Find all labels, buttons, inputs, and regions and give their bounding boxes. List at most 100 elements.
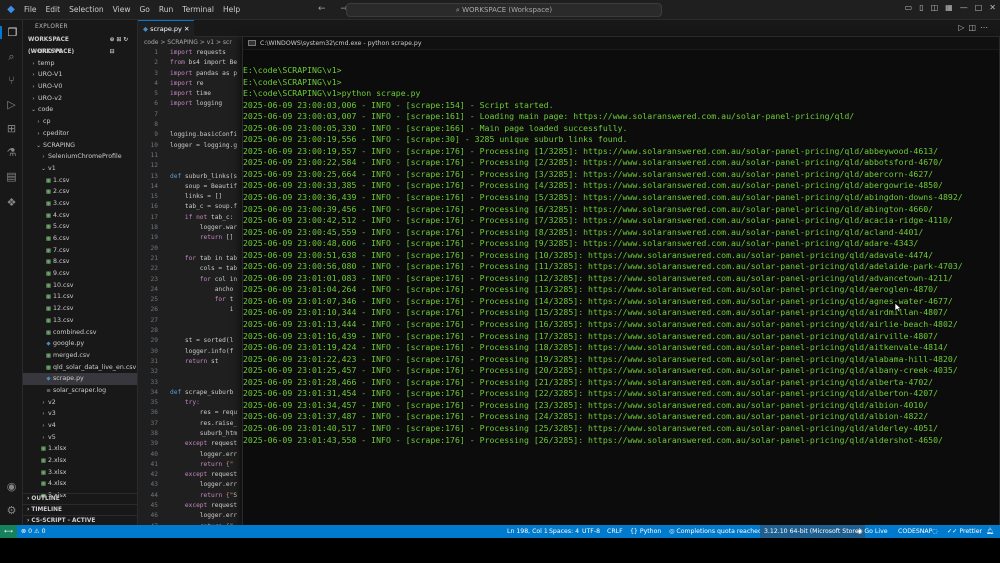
run-python-icon[interactable]: ▷	[958, 23, 968, 32]
menu-view[interactable]: View	[113, 5, 131, 14]
close-tab-icon[interactable]: ✕	[184, 25, 189, 33]
braces-icon: {}	[630, 528, 640, 535]
tree-folder[interactable]: › URO-V0	[23, 46, 137, 58]
workspace-header[interactable]: WORKSPACE (WORKSPACE) ⊕ ⊞ ↻ ⊟	[23, 34, 137, 55]
split-editor-icon[interactable]: ◫	[968, 23, 980, 32]
problems-indicator[interactable]: ⊗ 0 ⚠ 0	[21, 525, 46, 538]
tree-file[interactable]: ▦ 12.csv	[23, 303, 137, 315]
tree-file[interactable]: ▦ 4.csv	[23, 210, 137, 222]
tree-folder[interactable]: › SeleniumChromeProfile	[23, 151, 137, 163]
remote-icon[interactable]: ⟷	[0, 525, 17, 538]
indentation[interactable]: Spaces: 4	[549, 525, 579, 538]
breadcrumb[interactable]: code > SCRAPING > v1 > scr	[144, 38, 232, 48]
gear-icon[interactable]: ⚙	[0, 504, 23, 517]
minimize-icon[interactable]: —	[960, 3, 968, 12]
tree-file[interactable]: ▦ 2.xlsx	[23, 455, 137, 467]
tree-folder[interactable]: › v5	[23, 432, 137, 444]
cmd-window[interactable]: C:\WINDOWS\system32\cmd.exe - python scr…	[242, 36, 1000, 527]
source-control-icon[interactable]: ⑂	[0, 74, 23, 87]
tree-folder[interactable]: ⌄ code	[23, 104, 137, 116]
tree-file[interactable]: ▦ 2.csv	[23, 186, 137, 198]
tree-file[interactable]: ▦ 5.csv	[23, 221, 137, 233]
tree-item-label: 3.csv	[53, 199, 70, 207]
search-icon[interactable]: ⌕	[0, 50, 23, 64]
encoding[interactable]: UTF-8	[582, 525, 600, 538]
tree-file[interactable]: ▦ 1.xlsx	[23, 443, 137, 455]
language-mode[interactable]: {} Python	[630, 525, 661, 538]
tree-folder[interactable]: ⌄ SCRAPING	[23, 140, 137, 152]
tree-folder[interactable]: › v4	[23, 420, 137, 432]
cmd-output[interactable]: E:\code\SCRAPING\v1> E:\code\SCRAPING\v1>…	[243, 65, 1000, 446]
timeline-section[interactable]: › TIMELINE	[23, 504, 137, 515]
tree-file[interactable]: ▦ 9.csv	[23, 268, 137, 280]
customize-layout-icon[interactable]: ▦	[945, 3, 953, 12]
tree-folder[interactable]: › cpeditor	[23, 128, 137, 140]
tree-file[interactable]: ◆ scrape.py	[23, 373, 137, 385]
explorer-actions[interactable]: ⊕ ⊞ ↻ ⊟	[110, 34, 133, 55]
line-number: 12	[150, 162, 158, 170]
testing-icon[interactable]: ⚗	[0, 146, 23, 159]
tree-file[interactable]: ▦ 11.csv	[23, 291, 137, 303]
go-live-button[interactable]: ◉ Go Live	[857, 525, 888, 538]
menu-terminal[interactable]: Terminal	[182, 5, 214, 14]
tree-file[interactable]: ▦ combined.csv	[23, 327, 137, 339]
tree-file[interactable]: ▦ 7.csv	[23, 245, 137, 257]
cmd-line: 2025-06-09 23:00:03,007 - INFO - [scrape…	[243, 111, 855, 122]
python-interpreter[interactable]: 3.12.10 64-bit (Microsoft Store)	[760, 525, 866, 538]
tree-folder[interactable]: › cp	[23, 116, 137, 128]
tree-file[interactable]: ≡ solar_scraper.log	[23, 385, 137, 397]
tree-file[interactable]: ◆ google.py	[23, 338, 137, 350]
extensions-icon[interactable]: ⊞	[0, 122, 23, 135]
menu-file[interactable]: File	[24, 5, 37, 14]
menu-run[interactable]: Run	[159, 5, 173, 14]
cmd-title-bar[interactable]: C:\WINDOWS\system32\cmd.exe - python scr…	[243, 37, 999, 50]
account-icon[interactable]: ◉	[0, 480, 23, 493]
tree-folder[interactable]: › URO-v2	[23, 93, 137, 105]
run-debug-icon[interactable]: ▷	[0, 98, 23, 111]
tree-folder[interactable]: › temp	[23, 58, 137, 70]
explorer-icon[interactable]: ❐	[0, 26, 23, 39]
close-icon[interactable]: ✕	[989, 3, 996, 12]
maximize-icon[interactable]: □	[975, 3, 983, 12]
prettier-status[interactable]: ✓✓ Prettier	[947, 525, 982, 538]
python-icon[interactable]: ❖	[0, 196, 23, 209]
tree-file[interactable]: ▦ merged.csv	[23, 350, 137, 362]
codesnap-button[interactable]: CODESNAP	[898, 525, 932, 538]
tree-file[interactable]: ▦ qld_solar_data_live_en.csv	[23, 362, 137, 374]
tree-file[interactable]: ▦ 4.xlsx	[23, 478, 137, 490]
command-center-search[interactable]: ⌕ WORKSPACE (Workspace)	[346, 3, 662, 17]
tree-file[interactable]: ▦ 3.csv	[23, 198, 137, 210]
tab-scrape-py[interactable]: ◆ scrape.py ✕	[138, 20, 194, 37]
tree-folder[interactable]: › v2	[23, 397, 137, 409]
menu-help[interactable]: Help	[223, 5, 240, 14]
panel-icon[interactable]: ▯	[919, 3, 923, 12]
tree-folder[interactable]: › v3	[23, 408, 137, 420]
tree-item-label: 2.xlsx	[48, 457, 67, 465]
tree-file[interactable]: ▦ 3.xlsx	[23, 467, 137, 479]
tree-folder[interactable]: › URO-V0	[23, 81, 137, 93]
cs-script-section[interactable]: › CS-SCRIPT - ACTIVE	[23, 515, 137, 525]
menu-selection[interactable]: Selection	[69, 5, 104, 14]
tree-folder[interactable]: ⌄ v1	[23, 163, 137, 175]
menu-edit[interactable]: Edit	[46, 5, 61, 14]
cursor-position[interactable]: Ln 198, Col 1	[507, 525, 548, 538]
line-number: 14	[150, 182, 158, 190]
layout-icon[interactable]: ▭	[905, 3, 913, 12]
cmd-line: 2025-06-09 23:01:37,487 - INFO - [scrape…	[243, 411, 929, 422]
outline-section[interactable]: › OUTLINE	[23, 493, 137, 504]
tree-file[interactable]: ▦ 10.csv	[23, 280, 137, 292]
line-number: 31	[150, 357, 158, 365]
line-ending[interactable]: CRLF	[607, 525, 623, 538]
more-actions-icon[interactable]: ⋯	[980, 23, 992, 32]
completions-status[interactable]: ◎ Completions quota reached	[669, 525, 762, 538]
layout-split-icon[interactable]: ◫	[931, 3, 939, 12]
tree-file[interactable]: ▦ 13.csv	[23, 315, 137, 327]
tree-file[interactable]: ▦ 8.csv	[23, 256, 137, 268]
menu-go[interactable]: Go	[139, 5, 149, 14]
notifications-icon[interactable]: 🔔︎	[986, 525, 994, 538]
tree-folder[interactable]: › URO-V1	[23, 69, 137, 81]
remote-explorer-icon[interactable]: ▤	[0, 170, 23, 183]
tree-file[interactable]: ▦ 1.csv	[23, 175, 137, 187]
tree-file[interactable]: ▦ 6.csv	[23, 233, 137, 245]
bell-icon[interactable]: ◌	[932, 525, 937, 538]
